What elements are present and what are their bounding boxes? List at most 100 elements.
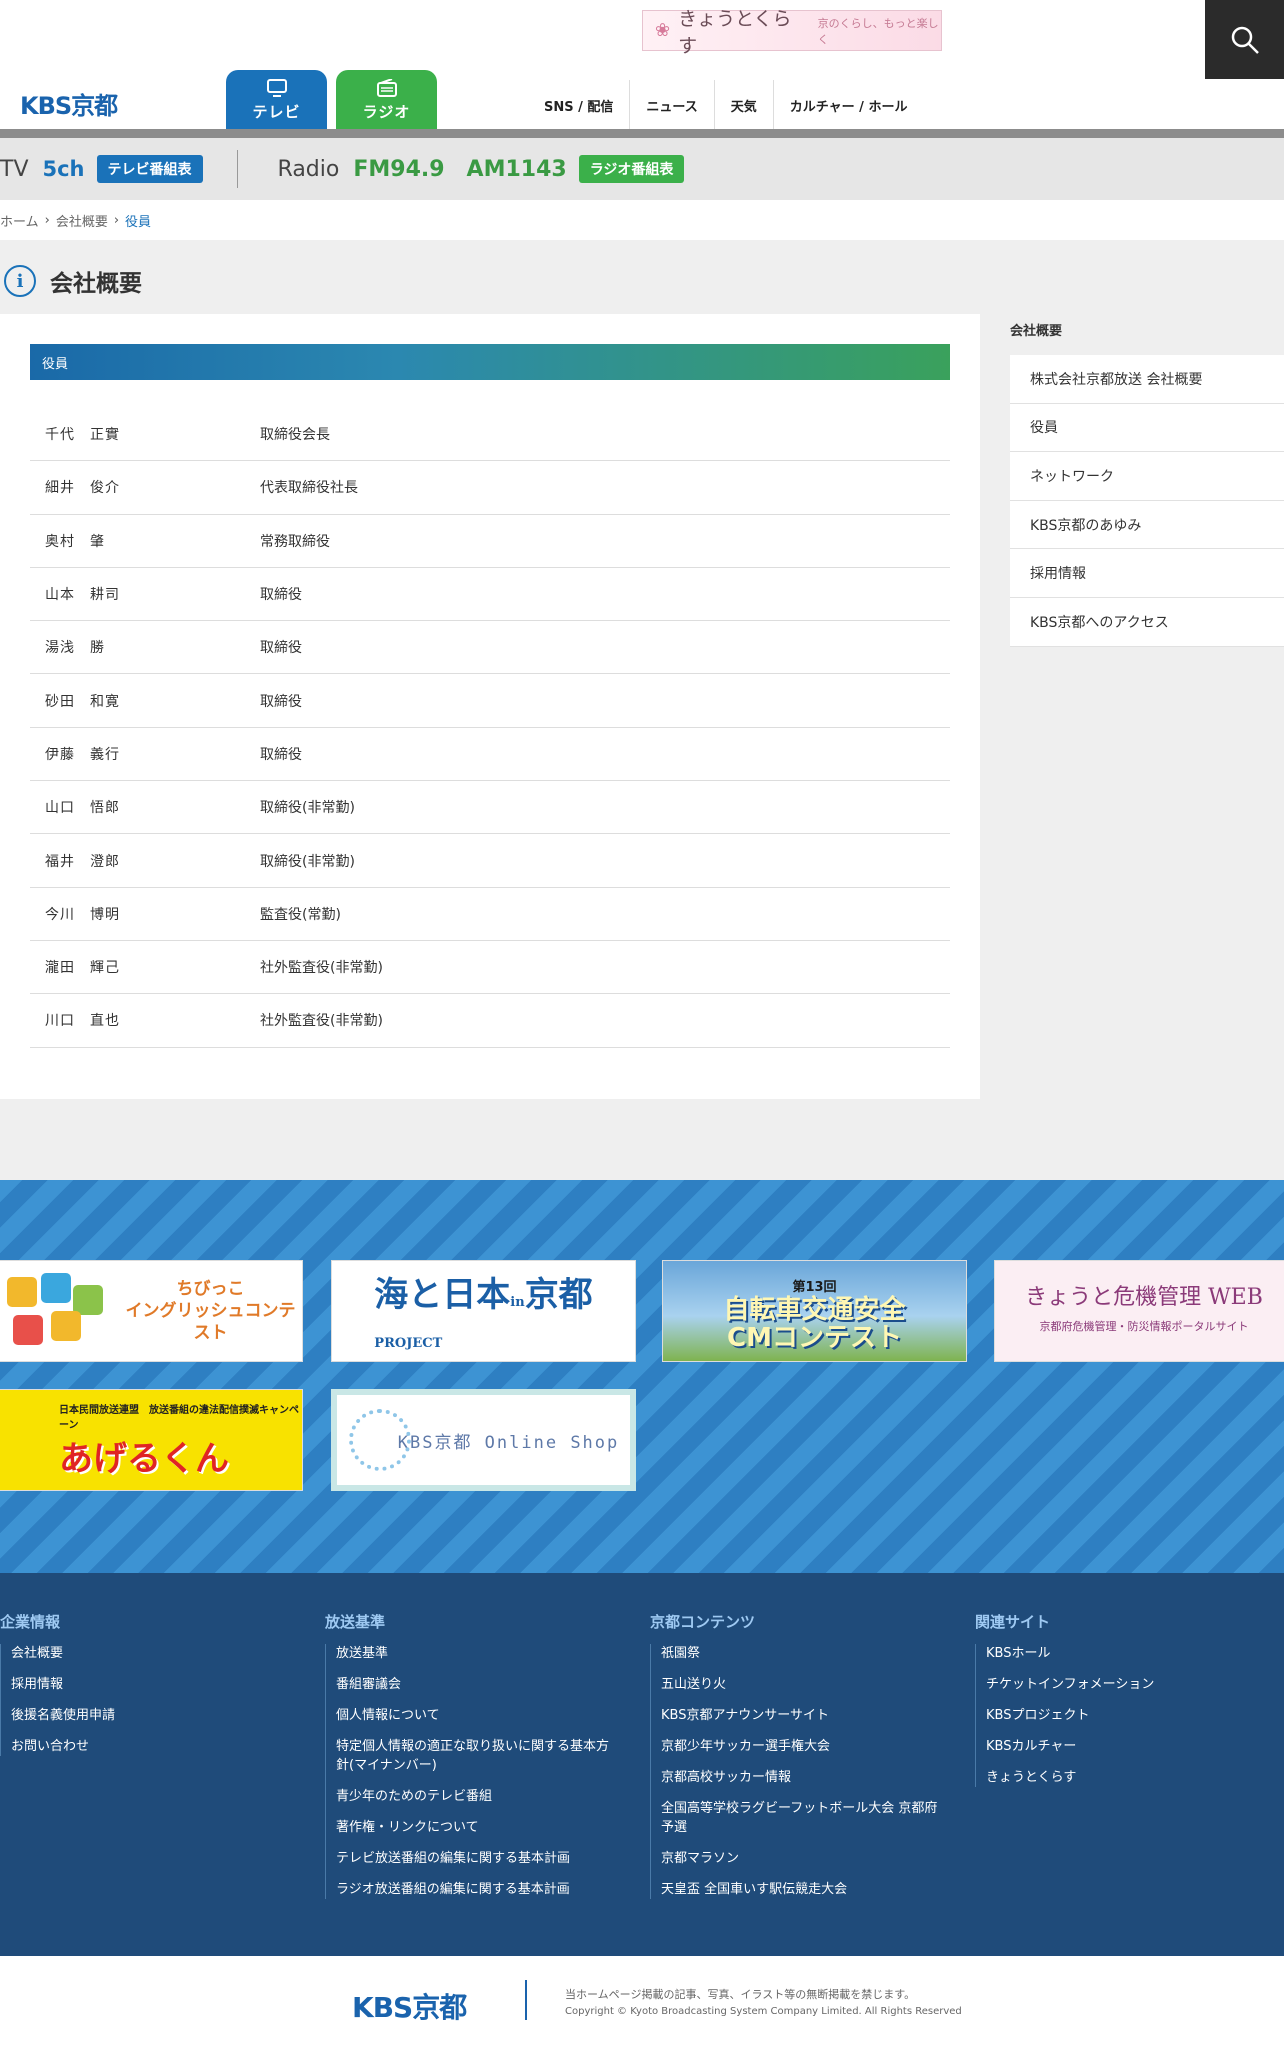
umi-project: PROJECT <box>374 1335 443 1351</box>
footer-bottom: KBS京都 当ホームページ掲載の記事、写真、イラスト等の無断掲載を禁じます。 C… <box>0 1956 1284 2055</box>
sidebar-item-officers[interactable]: 役員 <box>1010 404 1284 453</box>
radio-label: Radio <box>277 156 340 182</box>
kiki-kanri-banner[interactable]: きょうと危機管理 WEB 京都府危機管理・防災情報ポータルサイト <box>994 1260 1284 1362</box>
nav-news[interactable]: ニュース <box>629 80 713 130</box>
nav-sns[interactable]: SNS / 配信 <box>528 80 629 130</box>
footer-divider <box>525 1980 527 2020</box>
content-panel: 役員 千代 正實 取締役会長 細井 俊介 代表取締役社長 奥村 肇 常務取締役 山本 … <box>0 314 980 1099</box>
sidebar-item-history[interactable]: KBS京都のあゆみ <box>1010 501 1284 550</box>
sidebar-item-access[interactable]: KBS京都へのアクセス <box>1010 598 1284 647</box>
umi-to-nippon-banner[interactable]: 海と日本in京都 PROJECT <box>331 1260 636 1362</box>
letter-blocks-icon <box>3 1271 113 1351</box>
sidebar-item-network[interactable]: ネットワーク <box>1010 452 1284 501</box>
promo-title: きょうとくらす <box>678 7 792 57</box>
officer-title: 社外監査役(非常勤) <box>260 1013 383 1030</box>
kyoto-kurasu-promo-banner[interactable]: ❀ きょうとくらす 京のくらし、もっと楽しく <box>642 8 942 57</box>
sidebar-list: 株式会社京都放送 会社概要 役員 ネットワーク KBS京都のあゆみ 採用情報 K… <box>1010 355 1284 647</box>
umi-kyoto: 京都 <box>524 1274 593 1315</box>
officer-row: 川口 直也 社外監査役(非常勤) <box>30 994 950 1048</box>
footer-link[interactable]: KBS京都アナウンサーサイト <box>661 1706 960 1725</box>
footer-copyright: Copyright © Kyoto Broadcasting System Co… <box>565 2006 962 2017</box>
officer-title: 取締役(非常勤) <box>260 800 355 817</box>
tv-icon <box>266 79 287 97</box>
officer-title: 取締役会長 <box>260 427 330 444</box>
sidebar-item-company-overview[interactable]: 株式会社京都放送 会社概要 <box>1010 355 1284 404</box>
footer-link[interactable]: 特定個人情報の適正な取り扱いに関する基本方針(マイナンバー) <box>336 1737 635 1775</box>
kbs-kyoto-logo[interactable]: KBS京都 <box>20 86 118 121</box>
footer-logo[interactable]: KBS京都 <box>352 1986 467 2026</box>
chevron-right-icon: › <box>44 212 50 228</box>
footer-link[interactable]: 青少年のためのテレビ番組 <box>336 1787 635 1806</box>
footer-link[interactable]: ラジオ放送番組の編集に関する基本計画 <box>336 1880 635 1899</box>
officer-name: 山本 耕司 <box>45 587 120 604</box>
footer-link[interactable]: お問い合わせ <box>11 1737 310 1756</box>
bicycle-cm-contest-banner[interactable]: 第13回 自転車交通安全 CMコンテスト <box>662 1260 967 1362</box>
officer-name: 福井 澄郎 <box>45 853 120 870</box>
chevron-right-icon: › <box>113 212 120 228</box>
ageru-kun-banner[interactable]: 日本民間放送連盟 放送番組の違法配信撲滅キャンペーン あげるくん <box>0 1389 303 1491</box>
umi-to-nippon-text: 海と日本in京都 PROJECT <box>374 1267 592 1356</box>
tv-channel: 5ch <box>42 157 85 181</box>
footer-column-title: 企業情報 <box>0 1613 61 1631</box>
online-shop-banner[interactable]: KBS京都 Online Shop <box>331 1389 636 1491</box>
promo-tagline: 京のくらし、もっと楽しく <box>817 16 939 46</box>
channel-bar: TV 5ch テレビ番組表 Radio FM94.9 AM1143 ラジオ番組表 <box>0 138 1284 200</box>
footer-link[interactable]: KBSホール <box>986 1644 1284 1663</box>
nav-weather[interactable]: 天気 <box>713 80 773 130</box>
sidebar-title: 会社概要 <box>1010 324 1063 339</box>
footer-link[interactable]: 京都高校サッカー情報 <box>661 1768 960 1787</box>
tab-radio-label: ラジオ <box>362 103 411 121</box>
sidebar-item-recruit[interactable]: 採用情報 <box>1010 549 1284 598</box>
umi-in: in <box>510 1294 525 1310</box>
am-frequency: AM1143 <box>466 156 567 182</box>
page-title-row: i 会社概要 <box>4 264 142 298</box>
breadcrumb-current: 役員 <box>125 214 152 230</box>
tab-tv[interactable]: テレビ <box>226 70 327 131</box>
footer-link[interactable]: 会社概要 <box>11 1644 310 1663</box>
cycle-title: 自転車交通安全 <box>723 1295 906 1326</box>
kiki-sub: 京都府危機管理・防災情報ポータルサイト <box>1039 1320 1249 1333</box>
english-contest-banner[interactable]: ちびっこ イングリッシュコンテスト <box>0 1260 303 1362</box>
tv-schedule-button[interactable]: テレビ番組表 <box>96 155 203 183</box>
footer-link[interactable]: 京都マラソン <box>661 1849 960 1868</box>
footer-link[interactable]: KBSカルチャー <box>986 1737 1284 1756</box>
footer-link[interactable]: 放送基準 <box>336 1644 635 1663</box>
radio-schedule-button[interactable]: ラジオ番組表 <box>578 155 685 183</box>
officer-name: 細井 俊介 <box>45 480 120 497</box>
tab-radio[interactable]: ラジオ <box>336 70 437 131</box>
footer-link[interactable]: 全国高等学校ラグビーフットボール大会 京都府予選 <box>661 1799 960 1837</box>
officer-row: 奥村 肇 常務取締役 <box>30 515 950 568</box>
cycle-cm: CMコンテスト <box>727 1322 902 1353</box>
footer-link[interactable]: 著作権・リンクについて <box>336 1818 635 1837</box>
footer-link[interactable]: 京都少年サッカー選手権大会 <box>661 1737 960 1756</box>
footer-link[interactable]: きょうとくらす <box>986 1768 1284 1787</box>
footer-link[interactable]: KBSプロジェクト <box>986 1706 1284 1725</box>
footer-link[interactable]: テレビ放送番組の編集に関する基本計画 <box>336 1849 635 1868</box>
fm-frequency: FM94.9 <box>353 156 445 182</box>
footer-link[interactable]: 後援名義使用申請 <box>11 1706 310 1725</box>
global-nav: SNS / 配信 ニュース 天気 カルチャー / ホール <box>528 80 923 130</box>
footer-link[interactable]: 採用情報 <box>11 1675 310 1694</box>
footer-link[interactable]: 五山送り火 <box>661 1675 960 1694</box>
officer-name: 砂田 和寛 <box>45 693 120 710</box>
officer-name: 奥村 肇 <box>45 533 105 550</box>
footer-copy: 当ホームページ掲載の記事、写真、イラスト等の無断掲載を禁じます。 Copyrig… <box>565 1986 962 2017</box>
breadcrumb-home[interactable]: ホーム <box>0 211 39 230</box>
channel-divider <box>236 150 238 188</box>
section-heading: 役員 <box>30 344 950 380</box>
footer-link[interactable]: 天皇盃 全国車いす駅伝競走大会 <box>661 1880 960 1899</box>
officer-name: 湯浅 勝 <box>45 640 105 657</box>
tv-label: TV <box>0 156 29 182</box>
footer-link[interactable]: チケットインフォメーション <box>986 1675 1284 1694</box>
officer-name: 山口 悟郎 <box>45 800 120 817</box>
footer-link[interactable]: 個人情報について <box>336 1706 635 1725</box>
officer-name: 瀧田 輝己 <box>45 960 120 977</box>
site-footer: 企業情報 会社概要 採用情報 後援名義使用申請 お問い合わせ 放送基準 放送基準… <box>0 1573 1284 1956</box>
footer-link[interactable]: 祇園祭 <box>661 1644 960 1663</box>
site-header: ❀ きょうとくらす 京のくらし、もっと楽しく KBS京都 テレビ ラジオ SNS… <box>0 0 1284 131</box>
nav-culture[interactable]: カルチャー / ホール <box>772 80 924 130</box>
footer-link[interactable]: 番組審議会 <box>336 1675 635 1694</box>
search-button[interactable] <box>1205 0 1284 79</box>
breadcrumb-company[interactable]: 会社概要 <box>56 211 108 230</box>
footer-column-company: 企業情報 会社概要 採用情報 後援名義使用申請 お問い合わせ <box>0 1611 310 1768</box>
